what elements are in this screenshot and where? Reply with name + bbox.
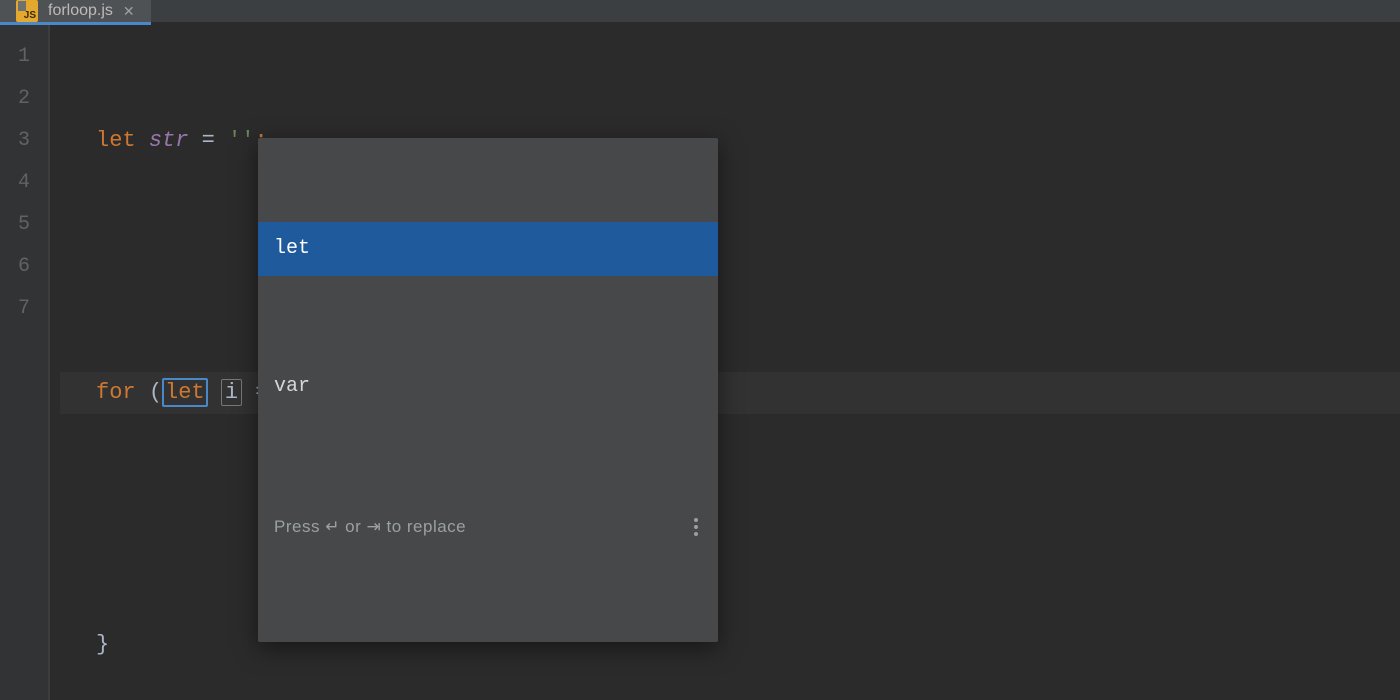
- token-punct: (: [149, 380, 162, 405]
- completion-item-var[interactable]: var: [258, 360, 718, 414]
- js-file-icon: JS: [16, 0, 38, 22]
- line-number: 3: [0, 120, 48, 162]
- completion-hint-text: Press ↵ or ⇥ to replace: [274, 506, 466, 548]
- completion-item-let[interactable]: let: [258, 222, 718, 276]
- line-number: 1: [0, 36, 48, 78]
- tab-key-icon: ⇥: [367, 517, 382, 536]
- completion-hint: Press ↵ or ⇥ to replace: [258, 498, 718, 558]
- line-number-gutter: 1 2 3 4 5 6 7: [0, 22, 48, 700]
- line-number: 6: [0, 246, 48, 288]
- tab-bar: JS forloop.js ✕: [0, 0, 1400, 22]
- template-field[interactable]: i: [221, 379, 242, 406]
- completion-popup: let var Press ↵ or ⇥ to replace: [258, 138, 718, 642]
- token-string: '': [228, 128, 254, 153]
- token-variable: str: [149, 128, 189, 153]
- editor-window: JS forloop.js ✕ 1 2 3 4 5 6 7 let str = …: [0, 0, 1400, 700]
- js-file-icon-label: JS: [24, 10, 36, 21]
- line-number: 7: [0, 288, 48, 330]
- file-tab-forloop[interactable]: JS forloop.js ✕: [0, 0, 151, 22]
- token-punct: }: [96, 632, 109, 657]
- line-number: 2: [0, 78, 48, 120]
- line-number: 4: [0, 162, 48, 204]
- close-icon[interactable]: ✕: [123, 4, 135, 18]
- editor-area: 1 2 3 4 5 6 7 let str = ''; for (let i =…: [0, 22, 1400, 700]
- line-number: 5: [0, 204, 48, 246]
- token-keyword: let: [96, 128, 136, 153]
- token-operator: =: [202, 128, 215, 153]
- enter-key-icon: ↵: [325, 517, 340, 536]
- kebab-menu-icon[interactable]: [690, 514, 702, 540]
- token-keyword: for: [96, 380, 136, 405]
- tab-filename: forloop.js: [48, 2, 113, 20]
- template-field-selected[interactable]: let: [162, 378, 208, 407]
- code-area[interactable]: let str = ''; for (let i = 0; i < ; i++)…: [50, 22, 1400, 700]
